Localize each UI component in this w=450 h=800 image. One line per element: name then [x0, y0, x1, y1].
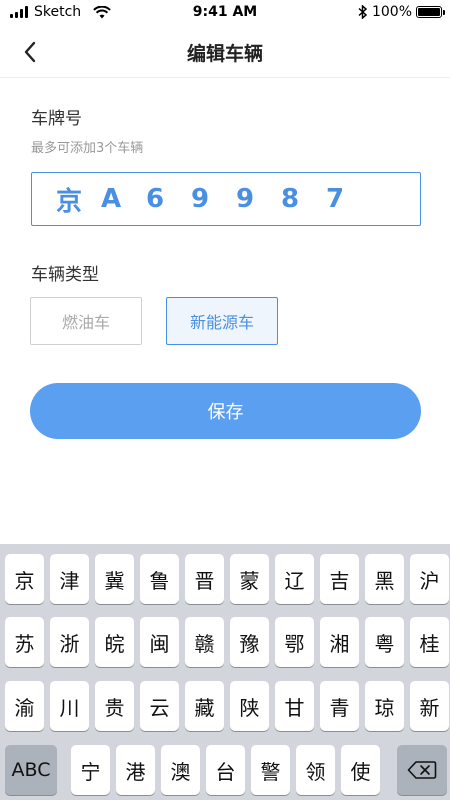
keyboard-row-1: 京 津 冀 鲁 晋 蒙 辽 吉 黑 沪 [0, 554, 450, 604]
plate-label: 车牌号 [31, 109, 82, 129]
keyboard-key[interactable]: 新 [410, 681, 449, 731]
plate-hint: 最多可添加3个车辆 [31, 141, 144, 156]
keyboard-key[interactable]: 辽 [275, 554, 314, 604]
plate-char: 9 [191, 184, 210, 214]
plate-char: 9 [236, 184, 255, 214]
keyboard-key[interactable]: 甘 [275, 681, 314, 731]
keyboard-key[interactable]: 台 [206, 745, 245, 795]
keyboard-row-3: 渝 川 贵 云 藏 陕 甘 青 琼 新 [0, 681, 450, 731]
keyboard-key[interactable]: 云 [140, 681, 179, 731]
keyboard-key[interactable]: 赣 [185, 617, 224, 667]
keyboard-key[interactable]: 黑 [365, 554, 404, 604]
save-button[interactable]: 保存 [30, 383, 421, 439]
keyboard-key[interactable]: 陕 [230, 681, 269, 731]
keyboard-key[interactable]: 藏 [185, 681, 224, 731]
keyboard-key[interactable]: 鲁 [140, 554, 179, 604]
keyboard-key[interactable]: 湘 [320, 617, 359, 667]
keyboard-key[interactable]: 川 [50, 681, 89, 731]
keyboard-key[interactable]: 晋 [185, 554, 224, 604]
plate-char: 京 [56, 186, 83, 217]
plate-input[interactable]: 京 A 6 9 9 8 7 [31, 172, 421, 226]
battery-fill [418, 8, 440, 16]
keyboard-key[interactable]: 津 [50, 554, 89, 604]
keyboard-key[interactable]: 粤 [365, 617, 404, 667]
battery-icon [416, 6, 445, 18]
plate-char: 7 [326, 184, 345, 214]
keyboard-key[interactable]: 桂 [410, 617, 449, 667]
status-bar: Sketch 9:41 AM 100% [0, 0, 450, 26]
bluetooth-icon [358, 5, 368, 19]
keyboard-key[interactable]: 领 [296, 745, 335, 795]
keyboard-key[interactable]: 港 [116, 745, 155, 795]
plate-char: 8 [281, 184, 300, 214]
keyboard-key[interactable]: 闽 [140, 617, 179, 667]
keyboard-key[interactable]: 浙 [50, 617, 89, 667]
keyboard-key[interactable]: 皖 [95, 617, 134, 667]
keyboard-key[interactable]: 贵 [95, 681, 134, 731]
keyboard-key[interactable]: 使 [341, 745, 380, 795]
keyboard-key[interactable]: 渝 [5, 681, 44, 731]
keyboard-key[interactable]: 吉 [320, 554, 359, 604]
keyboard-row-4: ABC 宁 港 澳 台 警 领 使 [0, 745, 450, 795]
keyboard-key[interactable]: 鄂 [275, 617, 314, 667]
delete-key[interactable] [397, 745, 447, 795]
keyboard-key[interactable]: 豫 [230, 617, 269, 667]
battery-percent: 100% [371, 4, 412, 20]
keyboard-key[interactable]: 蒙 [230, 554, 269, 604]
page-title: 编辑车辆 [186, 43, 263, 65]
nav-bar: 编辑车辆 [0, 26, 450, 78]
abc-switch-key[interactable]: ABC [5, 745, 57, 795]
status-bar-right: 100% [358, 4, 445, 20]
keyboard-key[interactable]: 宁 [71, 745, 110, 795]
keyboard-key[interactable]: 青 [320, 681, 359, 731]
vehicle-type-label: 车辆类型 [31, 265, 99, 285]
keyboard-key[interactable]: 京 [5, 554, 44, 604]
plate-char: A [101, 184, 122, 214]
keyboard-key[interactable]: 澳 [161, 745, 200, 795]
keyboard-key[interactable]: 警 [251, 745, 290, 795]
fuel-vehicle-button[interactable]: 燃油车 [30, 297, 142, 345]
keyboard-key[interactable]: 沪 [410, 554, 449, 604]
keyboard-key[interactable]: 琼 [365, 681, 404, 731]
plate-char: 6 [146, 184, 165, 214]
keyboard-key[interactable]: 冀 [95, 554, 134, 604]
keyboard-row-2: 苏 浙 皖 闽 赣 豫 鄂 湘 粤 桂 [0, 617, 450, 667]
backspace-icon [407, 761, 437, 779]
keyboard-key[interactable]: 苏 [5, 617, 44, 667]
new-energy-vehicle-button[interactable]: 新能源车 [166, 297, 278, 345]
province-keyboard: 京 津 冀 鲁 晋 蒙 辽 吉 黑 沪 苏 浙 皖 闽 赣 豫 鄂 湘 粤 桂 … [0, 544, 450, 800]
